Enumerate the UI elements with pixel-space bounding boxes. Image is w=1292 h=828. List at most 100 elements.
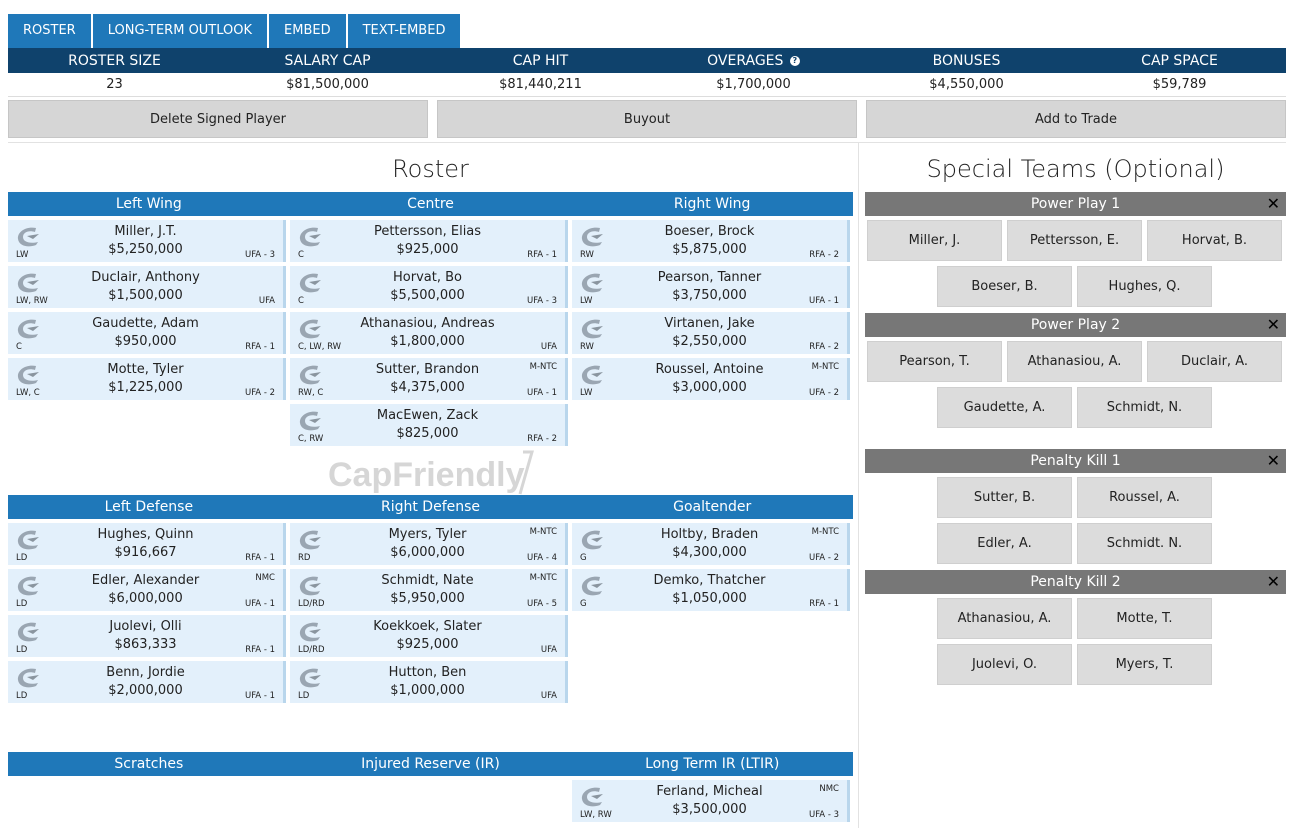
contract-status: RFA - 2 [809,342,839,352]
player-card[interactable]: Duclair, Anthony $1,500,000 LW, RW UFA [8,266,286,308]
capfriendly-watermark: CapFriendly [328,450,534,495]
bonuses-value: $4,550,000 [929,77,1004,92]
special-teams-player[interactable]: Sutter, B. [937,477,1072,518]
special-teams-player[interactable]: Boeser, B. [937,266,1072,307]
cap-summary-values: 23 $81,500,000 $81,440,211 $1,700,000 $4… [8,73,1286,97]
tab-bar: ROSTER LONG-TERM OUTLOOK EMBED TEXT-EMBE… [8,14,462,48]
special-teams-player[interactable]: Juolevi, O. [937,644,1072,685]
player-card[interactable]: MacEwen, Zack $825,000 C, RW RFA - 2 [290,404,568,446]
player-card[interactable]: Pearson, Tanner $3,750,000 LW UFA - 1 [572,266,850,308]
player-salary: $1,050,000 [672,591,747,606]
tab-long-term-outlook[interactable]: LONG-TERM OUTLOOK [92,14,268,48]
special-teams-player[interactable]: Horvat, B. [1147,220,1282,261]
special-teams-player[interactable]: Gaudette, A. [937,387,1072,428]
player-card[interactable]: Edler, Alexander $6,000,000 LD UFA - 1 NMC [8,569,286,611]
close-icon[interactable]: ✕ [1267,449,1280,473]
contract-status: UFA - 3 [244,250,275,260]
player-salary: $950,000 [114,334,177,349]
player-salary: $5,250,000 [108,242,183,257]
player-card[interactable]: Benn, Jordie $2,000,000 LD UFA - 1 [8,661,286,703]
cap-space-value: $59,789 [1152,77,1207,92]
player-card[interactable]: Virtanen, Jake $2,550,000 RW RFA - 2 [572,312,850,354]
player-card[interactable]: Sutter, Brandon $4,375,000 RW, C UFA - 1 M-N… [290,358,568,400]
tab-text-embed[interactable]: TEXT-EMBED [347,14,461,48]
contract-status: UFA - 3 [526,296,557,306]
player-salary: $4,300,000 [672,545,747,560]
player-name: Koekkoek, Slater [373,619,482,634]
roster-title: Roster [392,155,469,183]
special-teams-player[interactable]: Edler, A. [937,523,1072,564]
player-salary: $5,500,000 [390,288,465,303]
player-name: Virtanen, Jake [664,316,755,331]
contract-status: RFA - 1 [809,599,839,609]
player-card[interactable]: Gaudette, Adam $950,000 C RFA - 1 [8,312,286,354]
player-card[interactable]: Roussel, Antoine $3,000,000 LW UFA - 2 M-NTC [572,358,850,400]
player-card[interactable]: Pettersson, Elias $925,000 C RFA - 1 [290,220,568,262]
left-wing-header: Left Wing [115,196,182,212]
contract-clause: M-NTC [529,362,557,372]
player-card[interactable]: Koekkoek, Slater $925,000 LD/RD UFA [290,615,568,657]
unit-name: Power Play 2 [1030,317,1121,333]
player-card[interactable]: Athanasiou, Andreas $1,800,000 C, LW, RW UF… [290,312,568,354]
special-teams-player[interactable]: Myers, T. [1077,644,1212,685]
contract-status: UFA - 2 [808,553,839,563]
watermark-text: CapFriendly [328,456,525,494]
help-icon[interactable]: ? [789,55,800,66]
special-teams-player[interactable]: Athanasiou, A. [937,598,1072,639]
player-card[interactable]: Hughes, Quinn $916,667 LD RFA - 1 [8,523,286,565]
special-teams-player[interactable]: Motte, T. [1077,598,1212,639]
contract-clause: NMC [819,784,839,794]
player-name: Pettersson, Elias [373,224,482,239]
player-salary: $3,000,000 [672,380,747,395]
player-card[interactable]: Hutton, Ben $1,000,000 LD UFA [290,661,568,703]
special-teams-player[interactable]: Pettersson, E. [1007,220,1142,261]
player-position: LW [580,388,593,398]
special-teams-player[interactable]: Schmidt. N. [1077,523,1212,564]
overages-header-cell: OVERAGES ? [647,53,860,69]
player-name: Ferland, Micheal [656,784,763,799]
player-card[interactable]: Demko, Thatcher $1,050,000 G RFA - 1 [572,569,850,611]
special-teams-player[interactable]: Hughes, Q. [1077,266,1212,307]
player-card[interactable]: Boeser, Brock $5,875,000 RW RFA - 2 [572,220,850,262]
player-card[interactable]: Myers, Tyler $6,000,000 RD UFA - 4 M-NTC [290,523,568,565]
player-name: MacEwen, Zack [376,408,479,423]
player-name: Myers, Tyler [388,527,467,542]
delete-signed-player-button[interactable]: Delete Signed Player [8,100,428,138]
unit-name: Power Play 1 [1030,196,1121,212]
add-to-trade-button[interactable]: Add to Trade [866,100,1286,138]
ltir-header: Long Term IR (LTIR) [645,756,780,772]
contract-clause: M-NTC [811,527,839,537]
player-card[interactable]: Schmidt, Nate $5,950,000 LD/RD UFA - 5 M-NTC [290,569,568,611]
special-teams-player[interactable]: Schmidt, N. [1077,387,1212,428]
penalty-kill-1-header: Penalty Kill 1 ✕ [865,449,1286,473]
tab-embed[interactable]: EMBED [269,14,346,48]
special-teams-player[interactable]: Roussel, A. [1077,477,1212,518]
tab-roster[interactable]: ROSTER [8,14,91,48]
buyout-button[interactable]: Buyout [437,100,857,138]
player-card[interactable]: Juolevi, Olli $863,333 LD RFA - 1 [8,615,286,657]
special-teams-player[interactable]: Athanasiou, A. [1007,341,1142,382]
forwards-header: Left Wing Centre Right Wing [8,192,853,216]
ltir-column: Ferland, Micheal $3,500,000 LW, RW UFA - 3 N… [572,780,850,826]
player-card[interactable]: Horvat, Bo $5,500,000 C UFA - 3 [290,266,568,308]
player-position: C [16,342,22,352]
special-teams-player[interactable]: Miller, J. [867,220,1002,261]
player-name: Motte, Tyler [107,362,184,377]
player-salary: $1,000,000 [390,683,465,698]
player-name: Demko, Thatcher [653,573,766,588]
close-icon[interactable]: ✕ [1267,192,1280,216]
player-position: RW [580,342,594,352]
right-wing-header: Right Wing [673,196,751,212]
player-card[interactable]: Holtby, Braden $4,300,000 G UFA - 2 M-NTC [572,523,850,565]
player-card[interactable]: Motte, Tyler $1,225,000 LW, C UFA - 2 [8,358,286,400]
player-position: G [580,553,587,563]
player-card[interactable]: Ferland, Micheal $3,500,000 LW, RW UFA - 3 N… [572,780,850,822]
special-teams-player[interactable]: Pearson, T. [867,341,1002,382]
close-icon[interactable]: ✕ [1267,313,1280,337]
special-teams-player[interactable]: Duclair, A. [1147,341,1282,382]
contract-status: UFA - 1 [526,388,557,398]
player-card[interactable]: Miller, J.T. $5,250,000 LW UFA - 3 [8,220,286,262]
close-icon[interactable]: ✕ [1267,570,1280,594]
power-play-1-header: Power Play 1 ✕ [865,192,1286,216]
contract-status: RFA - 2 [527,434,557,444]
